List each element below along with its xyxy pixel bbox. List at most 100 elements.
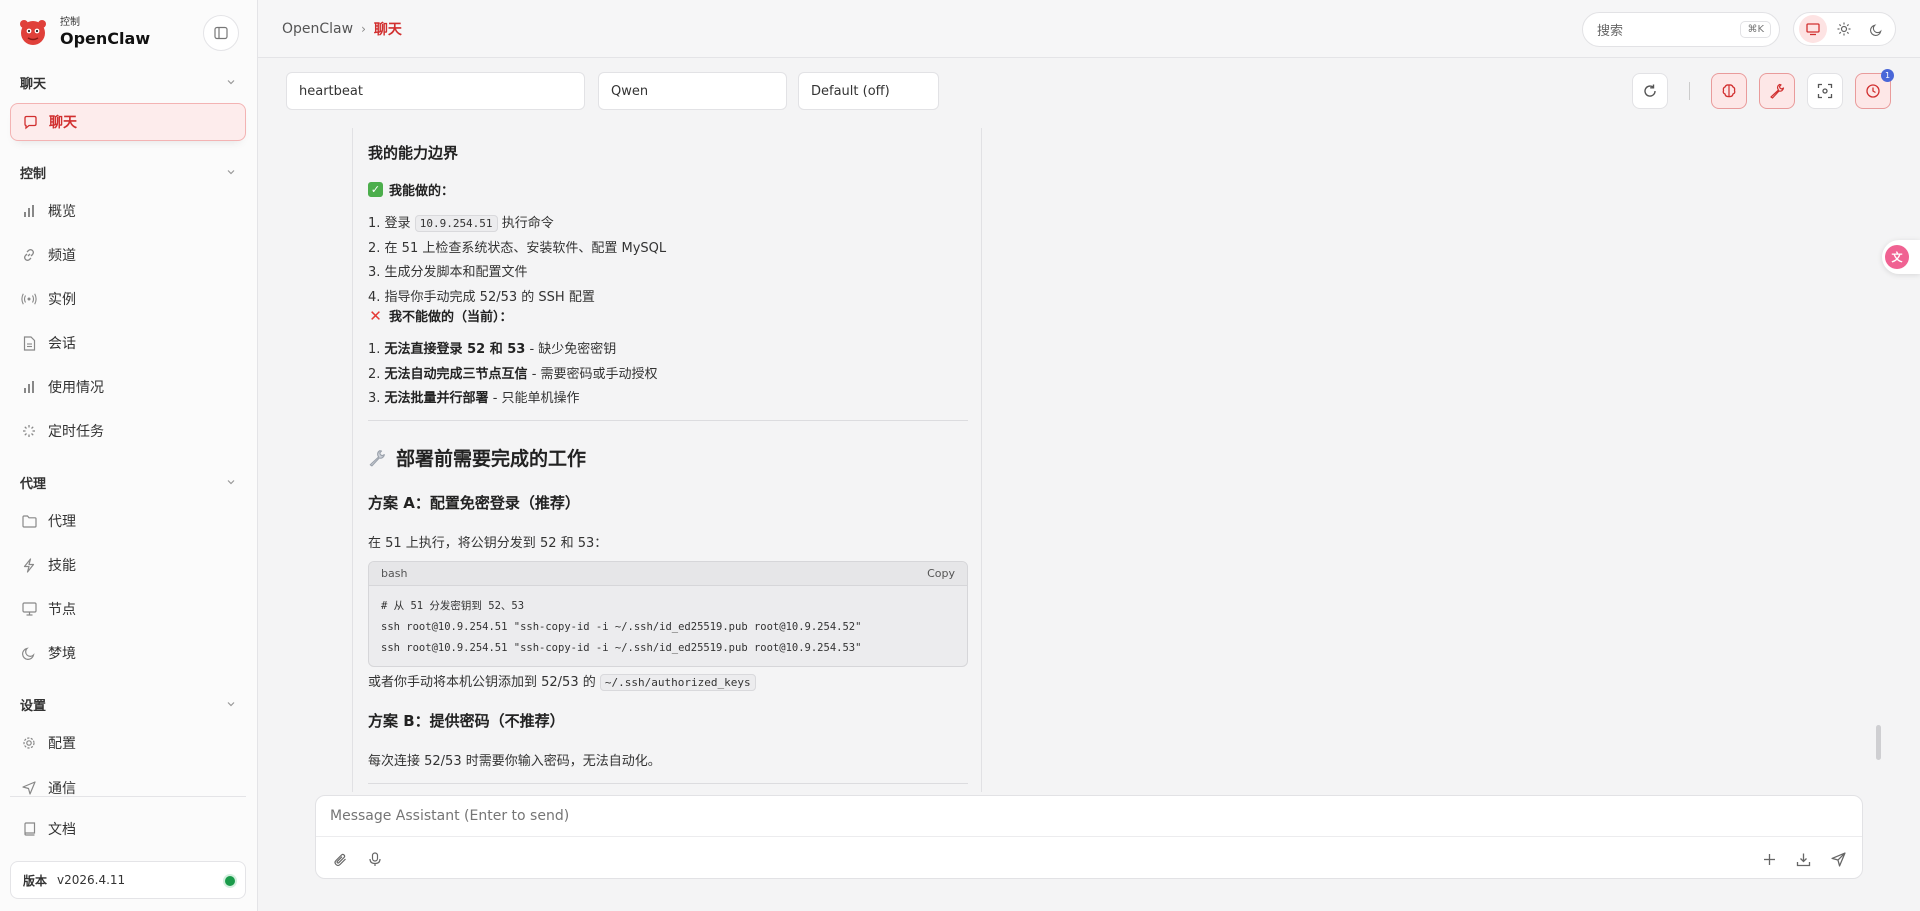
- sidebar-item-docs[interactable]: 文档: [10, 810, 246, 848]
- cannot-item-text: - 需要密码或手动授权: [527, 367, 658, 382]
- heading-prework-text: 部署前需要完成的工作: [396, 448, 587, 470]
- can-item: 4. 指导你手动完成 52/53 的 SSH 配置: [368, 286, 595, 305]
- sidebar-item-instances[interactable]: 实例: [10, 280, 246, 318]
- section-agents[interactable]: 代理: [20, 472, 236, 492]
- section-label: 设置: [20, 698, 47, 714]
- sidebar-item-usage[interactable]: 使用情况: [10, 368, 246, 406]
- breadcrumb-current: 聊天: [373, 22, 402, 38]
- bar-chart-icon: [21, 379, 37, 395]
- translate-widget-button[interactable]: 文: [1882, 240, 1920, 274]
- sidebar-item-communication[interactable]: 通信: [10, 768, 246, 808]
- inline-code: ~/.ssh/authorized_keys: [599, 674, 756, 691]
- sidebar-item-label: 代理: [48, 514, 76, 530]
- message-composer: [315, 795, 1863, 879]
- sidebar-item-label: 频道: [48, 248, 76, 264]
- send-button[interactable]: [1826, 847, 1850, 871]
- message-input[interactable]: [330, 808, 1830, 824]
- sidebar-item-label: 会话: [48, 336, 76, 352]
- can-item-text: 生成分发脚本和配置文件: [384, 265, 528, 280]
- brand-name: OpenClaw: [60, 28, 151, 48]
- version-label: 版本: [23, 873, 48, 888]
- focus-frame-icon: [1817, 83, 1833, 99]
- download-icon: [1796, 853, 1810, 866]
- sidebar-item-scheduled-tasks[interactable]: 定时任务: [10, 412, 246, 450]
- plus-icon: [1763, 853, 1775, 865]
- section-settings[interactable]: 设置: [20, 694, 236, 714]
- brand-subtitle: 控制: [60, 16, 80, 28]
- tools-toggle-button[interactable]: [1759, 73, 1795, 109]
- section-label: 控制: [20, 166, 47, 182]
- can-item: 1. 登录 10.9.254.51 执行命令: [368, 212, 554, 232]
- sidebar-item-dreams[interactable]: 梦境: [10, 634, 246, 672]
- section-label: 聊天: [20, 76, 47, 92]
- sidebar-item-sessions[interactable]: 会话: [10, 324, 246, 362]
- link-icon: [21, 247, 37, 263]
- refresh-button[interactable]: [1632, 73, 1668, 109]
- cron-history-button[interactable]: 1: [1855, 69, 1894, 109]
- thinking-select[interactable]: Default (off): [798, 72, 939, 110]
- chevron-down-icon: [227, 702, 235, 707]
- brand[interactable]: 控制 OpenClaw: [18, 14, 150, 50]
- attach-button[interactable]: [328, 847, 352, 871]
- export-button[interactable]: [1791, 847, 1815, 871]
- search-placeholder: 搜索: [1597, 24, 1624, 39]
- theme-light-button[interactable]: [1830, 15, 1858, 43]
- copy-code-button[interactable]: Copy: [927, 567, 955, 580]
- chevron-down-icon: [227, 170, 235, 175]
- sidebar-item-config[interactable]: 配置: [10, 724, 246, 762]
- can-item-text: 指导你手动完成 52/53 的 SSH 配置: [384, 290, 595, 305]
- new-item-button[interactable]: [1757, 847, 1781, 871]
- list-number: 1.: [368, 216, 381, 231]
- app-root: 控制 OpenClaw 聊天 聊天 控制 概览 频道 实例 会话 使用情况 定时…: [0, 0, 1920, 911]
- theme-system-button[interactable]: [1798, 15, 1827, 43]
- sidebar-item-channels[interactable]: 频道: [10, 236, 246, 274]
- alternative-line: 或者你手动将本机公钥添加到 52/53 的 ~/.ssh/authorized_…: [368, 671, 756, 691]
- version-value: v2026.4.11: [57, 873, 126, 887]
- chevron-down-icon: [227, 480, 235, 485]
- search-input[interactable]: 搜索 ⌘K: [1582, 12, 1780, 47]
- sidebar-collapse-button[interactable]: [203, 15, 239, 51]
- can-item-text: 在 51 上检查系统状态、安装软件、配置 MySQL: [384, 241, 667, 256]
- can-item: 3. 生成分发脚本和配置文件: [368, 261, 528, 280]
- cannot-do-heading: ✕ 我不能做的（当前）：: [368, 306, 512, 326]
- divider: [368, 420, 968, 421]
- sidebar-item-agents[interactable]: 代理: [10, 502, 246, 540]
- list-number: 1.: [368, 342, 381, 357]
- session-select-value: heartbeat: [299, 83, 363, 99]
- assistant-message-card: 我的能力边界 ✓ 我能做的： 1. 登录 10.9.254.51 执行命令 2.…: [352, 128, 982, 792]
- cannot-item-text: - 只能单机操作: [488, 391, 580, 406]
- theme-dark-button[interactable]: [1862, 15, 1890, 43]
- code-line: ssh root@10.9.254.51 "ssh-copy-id -i ~/.…: [381, 642, 862, 654]
- chat-scrollbar-thumb[interactable]: [1876, 725, 1881, 760]
- cannot-item: 3. 无法批量并行部署 - 只能单机操作: [368, 387, 580, 406]
- voice-input-button[interactable]: [363, 847, 387, 871]
- sidebar-item-nodes[interactable]: 节点: [10, 590, 246, 628]
- sidebar-item-label: 聊天: [49, 115, 77, 131]
- section-chat[interactable]: 聊天: [20, 72, 236, 92]
- section-control[interactable]: 控制: [20, 162, 236, 182]
- focus-mode-button[interactable]: [1807, 73, 1843, 109]
- can-do-heading: ✓ 我能做的：: [368, 180, 454, 199]
- sidebar-item-label: 定时任务: [48, 424, 104, 440]
- list-number: 2.: [368, 241, 381, 256]
- thinking-toggle-button[interactable]: [1711, 73, 1747, 109]
- sun-icon: [1837, 22, 1851, 36]
- sidebar-item-skills[interactable]: 技能: [10, 546, 246, 584]
- openclaw-logo-icon: [20, 20, 46, 45]
- cannot-item-bold: 无法自动完成三节点互信: [384, 367, 528, 382]
- breadcrumb-root[interactable]: OpenClaw: [282, 21, 353, 37]
- model-select[interactable]: Qwen: [598, 72, 787, 110]
- sidebar-item-overview[interactable]: 概览: [10, 192, 246, 230]
- session-select[interactable]: heartbeat: [286, 72, 585, 110]
- theme-switcher: [1793, 12, 1896, 46]
- code-line: ssh root@10.9.254.51 "ssh-copy-id -i ~/.…: [381, 621, 862, 633]
- refresh-icon: [1644, 84, 1656, 97]
- toolbar-divider: [1689, 82, 1690, 100]
- send-icon: [21, 780, 37, 796]
- model-select-value: Qwen: [611, 83, 649, 99]
- inline-code: 10.9.254.51: [414, 215, 498, 232]
- breadcrumb: OpenClaw › 聊天: [282, 19, 402, 39]
- sidebar-item-label: 文档: [48, 822, 76, 838]
- sidebar-item-chat[interactable]: 聊天: [10, 103, 246, 141]
- cannot-item-text: - 缺少免密密钥: [525, 342, 617, 357]
